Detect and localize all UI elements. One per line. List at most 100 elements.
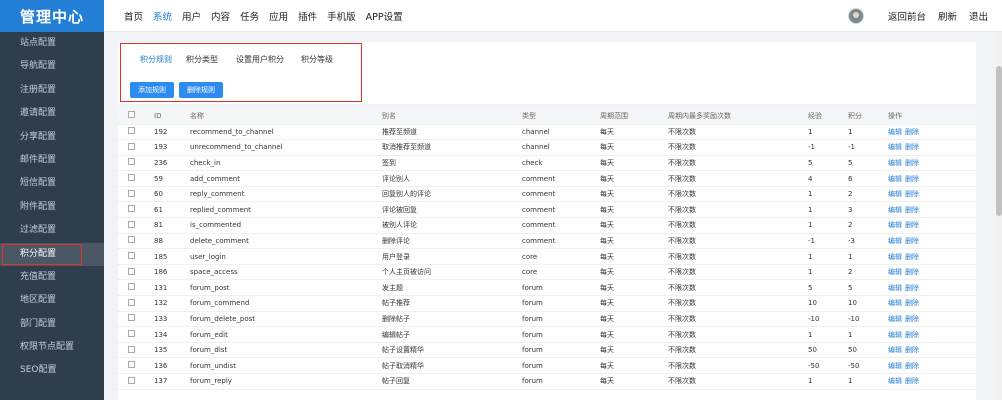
row-checkbox[interactable] [128, 158, 135, 166]
edit-link[interactable]: 编辑 [888, 253, 902, 261]
delete-link[interactable]: 删除 [905, 253, 919, 261]
sidebar-item[interactable]: 注册配置 [0, 79, 104, 102]
sidebar-item[interactable]: 积分配置 [0, 242, 104, 266]
delete-link[interactable]: 删除 [905, 128, 919, 136]
row-checkbox[interactable] [128, 220, 135, 228]
top-nav-item[interactable]: 内容 [211, 9, 230, 23]
delete-link[interactable]: 删除 [905, 284, 919, 292]
row-checkbox[interactable] [128, 283, 135, 291]
sidebar-item[interactable]: 附件配置 [0, 196, 104, 219]
delete-link[interactable]: 删除 [905, 143, 919, 151]
tab-set-user-points[interactable]: 设置用户积分 [236, 54, 284, 65]
edit-link[interactable]: 编辑 [888, 331, 902, 339]
top-nav-item[interactable]: 任务 [240, 9, 259, 23]
edit-link[interactable]: 编辑 [888, 377, 902, 385]
row-checkbox[interactable] [128, 205, 135, 213]
tab-points-types[interactable]: 积分类型 [186, 54, 218, 65]
delete-link[interactable]: 删除 [905, 362, 919, 370]
delete-link[interactable]: 删除 [905, 377, 919, 385]
sidebar-item[interactable]: 导航配置 [0, 55, 104, 78]
page-scrollbar[interactable] [996, 32, 1002, 400]
delete-link[interactable]: 删除 [905, 190, 919, 198]
delete-rule-button[interactable]: 删除规则 [179, 82, 223, 98]
row-checkbox[interactable] [128, 236, 135, 244]
edit-link[interactable]: 编辑 [888, 221, 902, 229]
cell-max-rewards: 不限次数 [668, 264, 808, 281]
delete-link[interactable]: 删除 [905, 237, 919, 245]
cell-actions: 编辑 删除 [888, 311, 976, 328]
edit-link[interactable]: 编辑 [888, 268, 902, 276]
row-checkbox[interactable] [128, 142, 135, 150]
row-checkbox[interactable] [128, 189, 135, 197]
delete-link[interactable]: 删除 [905, 315, 919, 323]
row-checkbox[interactable] [128, 330, 135, 338]
row-checkbox[interactable] [128, 267, 135, 275]
edit-link[interactable]: 编辑 [888, 206, 902, 214]
row-checkbox[interactable] [128, 376, 135, 384]
delete-link[interactable]: 删除 [905, 268, 919, 276]
sidebar-item[interactable]: SEO配置 [0, 359, 104, 382]
row-checkbox[interactable] [128, 345, 135, 353]
add-rule-button[interactable]: 添加规则 [130, 82, 174, 98]
sidebar-item[interactable]: 充值配置 [0, 266, 104, 289]
tab-points-rules[interactable]: 积分规则 [140, 54, 172, 65]
delete-link[interactable]: 删除 [905, 159, 919, 167]
cell-max-rewards: 不限次数 [668, 217, 808, 234]
row-checkbox-cell [118, 124, 154, 141]
cell-alias: 回复别人的评论 [382, 186, 522, 203]
row-checkbox[interactable] [128, 252, 135, 260]
row-checkbox[interactable] [128, 298, 135, 306]
top-right-link[interactable]: 退出 [969, 9, 988, 23]
sidebar-item[interactable]: 邮件配置 [0, 149, 104, 172]
edit-link[interactable]: 编辑 [888, 159, 902, 167]
top-nav-item[interactable]: 手机版 [327, 9, 356, 23]
select-all-checkbox[interactable] [128, 111, 135, 119]
top-nav-item[interactable]: APP设置 [366, 9, 403, 23]
sidebar-item[interactable]: 分享配置 [0, 126, 104, 149]
sidebar-item[interactable]: 地区配置 [0, 289, 104, 312]
cell-id: 134 [154, 326, 190, 343]
sidebar-item[interactable]: 邀请配置 [0, 102, 104, 125]
top-nav-item[interactable]: 用户 [182, 9, 201, 23]
delete-link[interactable]: 删除 [905, 206, 919, 214]
sidebar-item[interactable]: 部门配置 [0, 313, 104, 336]
top-nav-item[interactable]: 首页 [124, 9, 143, 23]
row-checkbox-cell [118, 139, 154, 156]
delete-link[interactable]: 删除 [905, 221, 919, 229]
row-checkbox[interactable] [128, 314, 135, 322]
edit-link[interactable]: 编辑 [888, 237, 902, 245]
edit-link[interactable]: 编辑 [888, 143, 902, 151]
top-nav-item[interactable]: 系统 [153, 9, 172, 23]
scrollbar-thumb[interactable] [996, 66, 1002, 216]
tab-points-levels[interactable]: 积分等级 [301, 54, 333, 65]
edit-link[interactable]: 编辑 [888, 175, 902, 183]
edit-link[interactable]: 编辑 [888, 346, 902, 354]
top-right-link[interactable]: 刷新 [938, 9, 957, 23]
sidebar-item[interactable]: 权限节点配置 [0, 336, 104, 359]
delete-link[interactable]: 删除 [905, 175, 919, 183]
avatar[interactable] [847, 8, 864, 24]
row-checkbox[interactable] [128, 127, 135, 135]
top-nav-item[interactable]: 应用 [269, 9, 288, 23]
edit-link[interactable]: 编辑 [888, 299, 902, 307]
edit-link[interactable]: 编辑 [888, 190, 902, 198]
sidebar-item[interactable]: 短信配置 [0, 172, 104, 195]
delete-link[interactable]: 删除 [905, 346, 919, 354]
top-nav-item[interactable]: 插件 [298, 9, 317, 23]
edit-link[interactable]: 编辑 [888, 315, 902, 323]
cell-actions: 编辑 删除 [888, 124, 976, 141]
edit-link[interactable]: 编辑 [888, 128, 902, 136]
delete-link[interactable]: 删除 [905, 331, 919, 339]
cell-actions: 编辑 删除 [888, 217, 976, 234]
sidebar-item[interactable]: 过滤配置 [0, 219, 104, 242]
top-right-link[interactable]: 返回前台 [888, 9, 926, 23]
row-checkbox[interactable] [128, 174, 135, 182]
cell-type: forum [522, 295, 600, 312]
cell-name: forum_commend [190, 295, 382, 312]
delete-link[interactable]: 删除 [905, 299, 919, 307]
edit-link[interactable]: 编辑 [888, 362, 902, 370]
sidebar-item[interactable]: 站点配置 [0, 32, 104, 55]
row-checkbox[interactable] [128, 361, 135, 369]
edit-link[interactable]: 编辑 [888, 284, 902, 292]
table-row: 59 add_comment 评论别人 comment 每天 不限次数 4 6 编辑 删除 [118, 170, 976, 187]
